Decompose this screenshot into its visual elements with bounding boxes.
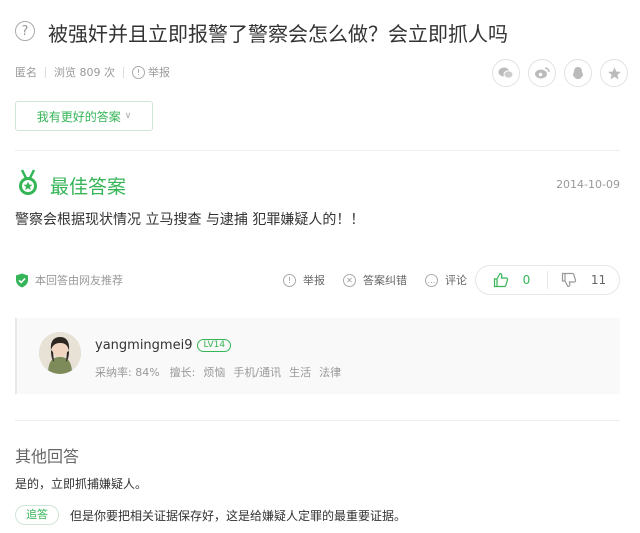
author-stats: 采纳率: 84% 擅长: 烦恼 手机/通讯 生活 法律 — [95, 364, 341, 380]
report-answer-link[interactable]: ! 举报 — [283, 272, 325, 288]
level-badge: LV14 — [197, 339, 232, 352]
better-answer-button[interactable]: 我有更好的答案 ∨ — [15, 101, 153, 131]
vote-box: 0 11 — [475, 265, 620, 295]
adoption-rate-label: 采纳率: — [95, 366, 132, 379]
author-card: yangmingmei9 LV14 采纳率: 84% 擅长: 烦恼 手机/通讯 … — [15, 318, 620, 394]
share-bar — [492, 59, 628, 87]
correct-icon: ✕ — [343, 273, 356, 287]
qq-icon[interactable] — [564, 59, 592, 87]
chevron-down-icon: ∨ — [124, 111, 132, 121]
author-info: yangmingmei9 LV14 — [95, 338, 232, 353]
question-title: 被强奸并且立即报警了警察会怎么做？会立即抓人吗 — [48, 22, 508, 46]
better-answer-label: 我有更好的答案 — [36, 109, 121, 124]
divider — [15, 420, 620, 421]
followup-text: 但是你要把相关证据保存好，这是给嫌疑人定罪的最重要证据。 — [70, 509, 407, 523]
report-label: 举报 — [303, 274, 325, 287]
comment-label: 评论 — [445, 274, 467, 287]
expertise-tag[interactable]: 烦恼 — [203, 364, 225, 380]
medal-icon — [15, 169, 41, 201]
other-answers-title: 其他回答 — [15, 447, 80, 466]
answer-actions: ! 举报 ✕ 答案纠错 … 评论 — [283, 272, 467, 288]
downvote-button[interactable]: 11 — [548, 272, 619, 288]
expertise: 擅长: 烦恼 手机/通讯 生活 法律 — [170, 364, 341, 380]
adoption-rate-value: 84% — [135, 366, 160, 379]
divider — [123, 66, 124, 78]
comment-icon: … — [425, 273, 438, 287]
recommend-note: 本回答由网友推荐 — [15, 272, 123, 288]
answer-date: 2014-10-09 — [556, 178, 620, 191]
other-answer-content: 是的，立即抓捕嫌疑人。 — [15, 477, 148, 491]
expertise-tag[interactable]: 生活 — [289, 364, 311, 380]
recommend-text: 本回答由网友推荐 — [35, 274, 123, 287]
expertise-tag[interactable]: 手机/通讯 — [233, 364, 281, 380]
question-circle-icon: ? — [15, 21, 35, 41]
best-answer-label: 最佳答案 — [50, 176, 127, 198]
question-meta: 匿名 浏览 809 次 ! 举报 — [15, 64, 170, 80]
shield-check-icon — [16, 273, 28, 287]
author-name[interactable]: yangmingmei9 — [95, 338, 192, 353]
author-anonymous: 匿名 — [15, 66, 37, 79]
report-link[interactable]: ! 举报 — [132, 64, 170, 80]
upvote-count: 0 — [522, 273, 531, 287]
wechat-icon[interactable] — [492, 59, 520, 87]
divider — [45, 66, 46, 78]
followup-badge: 追答 — [15, 505, 59, 525]
downvote-count: 11 — [590, 273, 607, 287]
favorite-icon[interactable] — [600, 59, 628, 87]
thumbs-up-icon — [493, 272, 508, 288]
comment-link[interactable]: … 评论 — [425, 272, 467, 288]
avatar[interactable] — [39, 332, 81, 374]
correct-answer-link[interactable]: ✕ 答案纠错 — [343, 272, 407, 288]
view-count: 浏览 809 次 — [54, 66, 115, 79]
thumbs-down-icon — [561, 272, 577, 288]
adoption-rate: 采纳率: 84% — [95, 364, 160, 380]
correct-label: 答案纠错 — [363, 274, 407, 287]
best-answer-content: 警察会根据现状情况 立马搜查 与逮捕 犯罪嫌疑人的！！ — [15, 212, 365, 228]
weibo-icon[interactable] — [528, 59, 556, 87]
report-label: 举报 — [148, 66, 170, 79]
divider — [15, 150, 620, 151]
upvote-button[interactable]: 0 — [476, 272, 547, 288]
expertise-label: 擅长: — [169, 366, 196, 379]
report-icon: ! — [132, 65, 145, 79]
expertise-tag[interactable]: 法律 — [319, 364, 341, 380]
report-icon: ! — [283, 273, 296, 287]
